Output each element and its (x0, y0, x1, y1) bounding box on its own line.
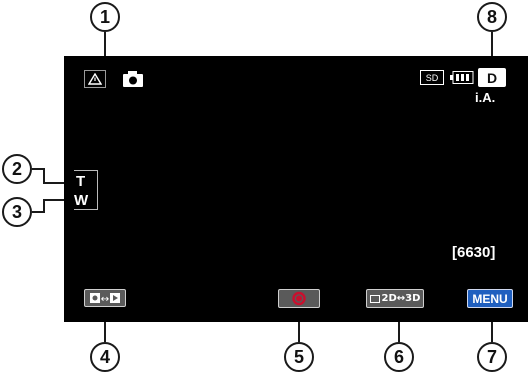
zoom-tele-label[interactable]: T (76, 173, 85, 190)
camera-icon (122, 70, 144, 88)
dimension-label: 2D↔3D (381, 293, 421, 304)
display-mode-button[interactable]: D (478, 68, 506, 87)
scene-mode-label: i.A. (475, 90, 496, 105)
callout-6: 6 (384, 342, 414, 372)
remaining-shots-counter: [6630] (452, 244, 496, 261)
zoom-wide-label[interactable]: W (74, 192, 88, 209)
svg-text:↔: ↔ (101, 294, 109, 305)
screen-frame-icon (369, 294, 380, 303)
menu-label: MENU (472, 291, 508, 306)
display-mode-label: D (486, 69, 498, 86)
dimension-switch-button[interactable]: 2D↔3D (366, 289, 424, 308)
leader-line-2b (43, 168, 45, 183)
callout-1: 1 (90, 2, 120, 32)
shake-warning-icon (84, 70, 106, 88)
leader-line-3b (43, 199, 45, 213)
menu-button[interactable]: MENU (467, 289, 513, 308)
callout-4: 4 (90, 342, 120, 372)
record-play-switch-icon: ↔ (90, 293, 120, 305)
record-icon (292, 291, 306, 306)
callout-3: 3 (2, 197, 32, 227)
callout-7: 7 (477, 342, 507, 372)
callout-5: 5 (284, 342, 314, 372)
sd-card-indicator: SD (420, 70, 444, 85)
record-play-switch-button[interactable]: ↔ (84, 289, 126, 307)
sd-label: SD (425, 72, 439, 83)
record-button[interactable] (278, 289, 320, 308)
callout-8: 8 (477, 2, 507, 32)
battery-icon (450, 71, 474, 84)
callout-2: 2 (2, 154, 32, 184)
camera-screen: SD D i.A. T W [6630] ↔ 2D↔3D MENU (64, 56, 528, 322)
